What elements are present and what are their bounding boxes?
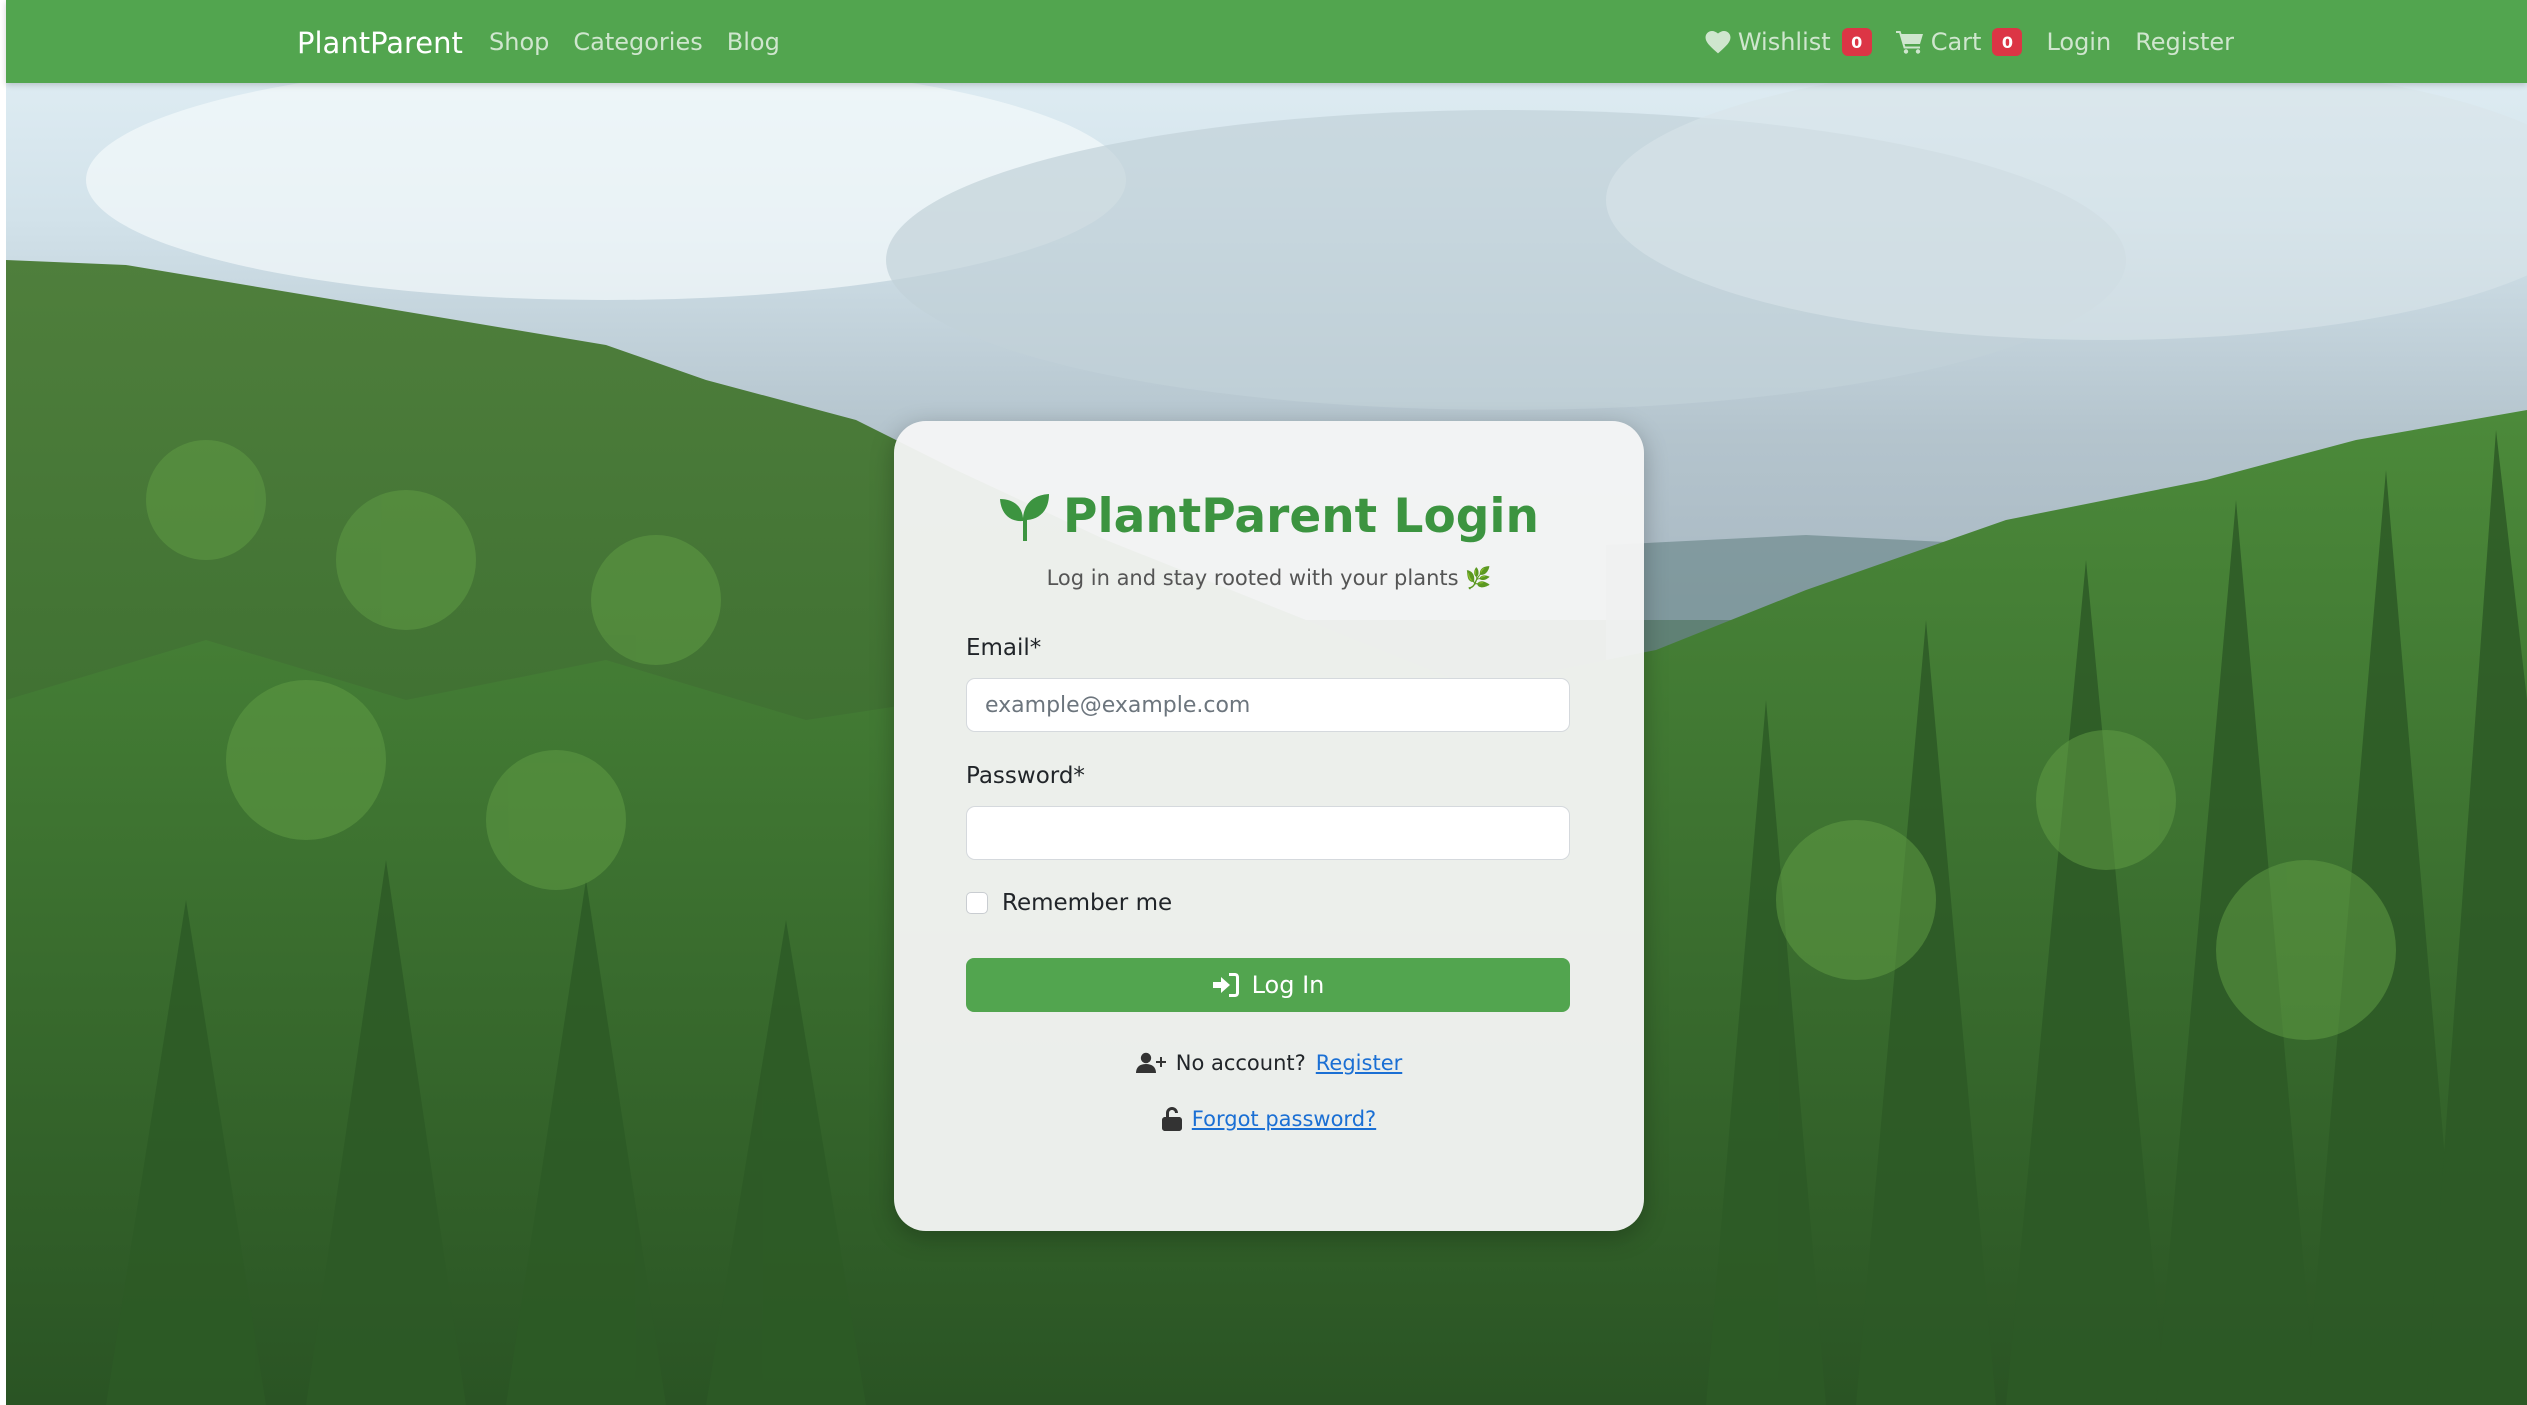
nav-link-categories[interactable]: Categories	[573, 28, 702, 56]
register-link[interactable]: Register	[1316, 1051, 1402, 1075]
login-button[interactable]: Log In	[966, 958, 1570, 1012]
user-plus-icon	[1135, 1052, 1166, 1073]
password-input[interactable]	[966, 806, 1570, 860]
cart-label: Cart	[1930, 27, 1982, 56]
nav-link-register[interactable]: Register	[2135, 28, 2234, 56]
seedling-icon	[1000, 493, 1050, 541]
nav-link-cart[interactable]: Cart 0	[1895, 27, 2023, 56]
nav-right-links: Wishlist 0 Cart 0 Login Register	[1705, 0, 2234, 83]
email-input[interactable]	[966, 678, 1570, 732]
cart-icon	[1895, 30, 1923, 54]
wishlist-label: Wishlist	[1737, 27, 1831, 56]
login-subtitle-text: Log in and stay rooted with your plants	[1046, 566, 1459, 590]
heart-icon	[1705, 30, 1731, 53]
top-navbar: PlantParent Shop Categories Blog Wishlis…	[6, 0, 2527, 83]
login-subtitle: Log in and stay rooted with your plants …	[894, 566, 1644, 591]
nav-link-wishlist[interactable]: Wishlist 0	[1705, 27, 1872, 56]
nav-link-login[interactable]: Login	[2046, 28, 2111, 56]
sign-in-icon	[1212, 973, 1239, 997]
no-account-row: No account? Register	[894, 1051, 1644, 1075]
login-card: PlantParent Login Log in and stay rooted…	[894, 421, 1644, 1231]
login-title: PlantParent Login	[894, 489, 1644, 544]
login-button-label: Log In	[1251, 971, 1325, 999]
cart-count-badge: 0	[1992, 27, 2023, 56]
forgot-password-row: Forgot password?	[894, 1107, 1644, 1131]
wishlist-count-badge: 0	[1841, 27, 1872, 56]
no-account-text: No account?	[1175, 1051, 1306, 1075]
remember-me-checkbox[interactable]	[966, 892, 988, 914]
nav-link-shop[interactable]: Shop	[489, 28, 549, 56]
login-title-text: PlantParent Login	[1063, 489, 1539, 544]
remember-me-row: Remember me	[966, 890, 1172, 916]
remember-me-label[interactable]: Remember me	[1002, 890, 1172, 916]
password-label: Password*	[966, 763, 1085, 789]
unlock-icon	[1161, 1107, 1182, 1131]
herb-emoji-icon: 🌿	[1465, 566, 1492, 590]
nav-left-links: Shop Categories Blog	[489, 0, 780, 83]
forgot-password-link[interactable]: Forgot password?	[1192, 1107, 1376, 1131]
email-label: Email*	[966, 635, 1042, 661]
brand-link[interactable]: PlantParent	[297, 0, 463, 83]
nav-link-blog[interactable]: Blog	[727, 28, 780, 56]
